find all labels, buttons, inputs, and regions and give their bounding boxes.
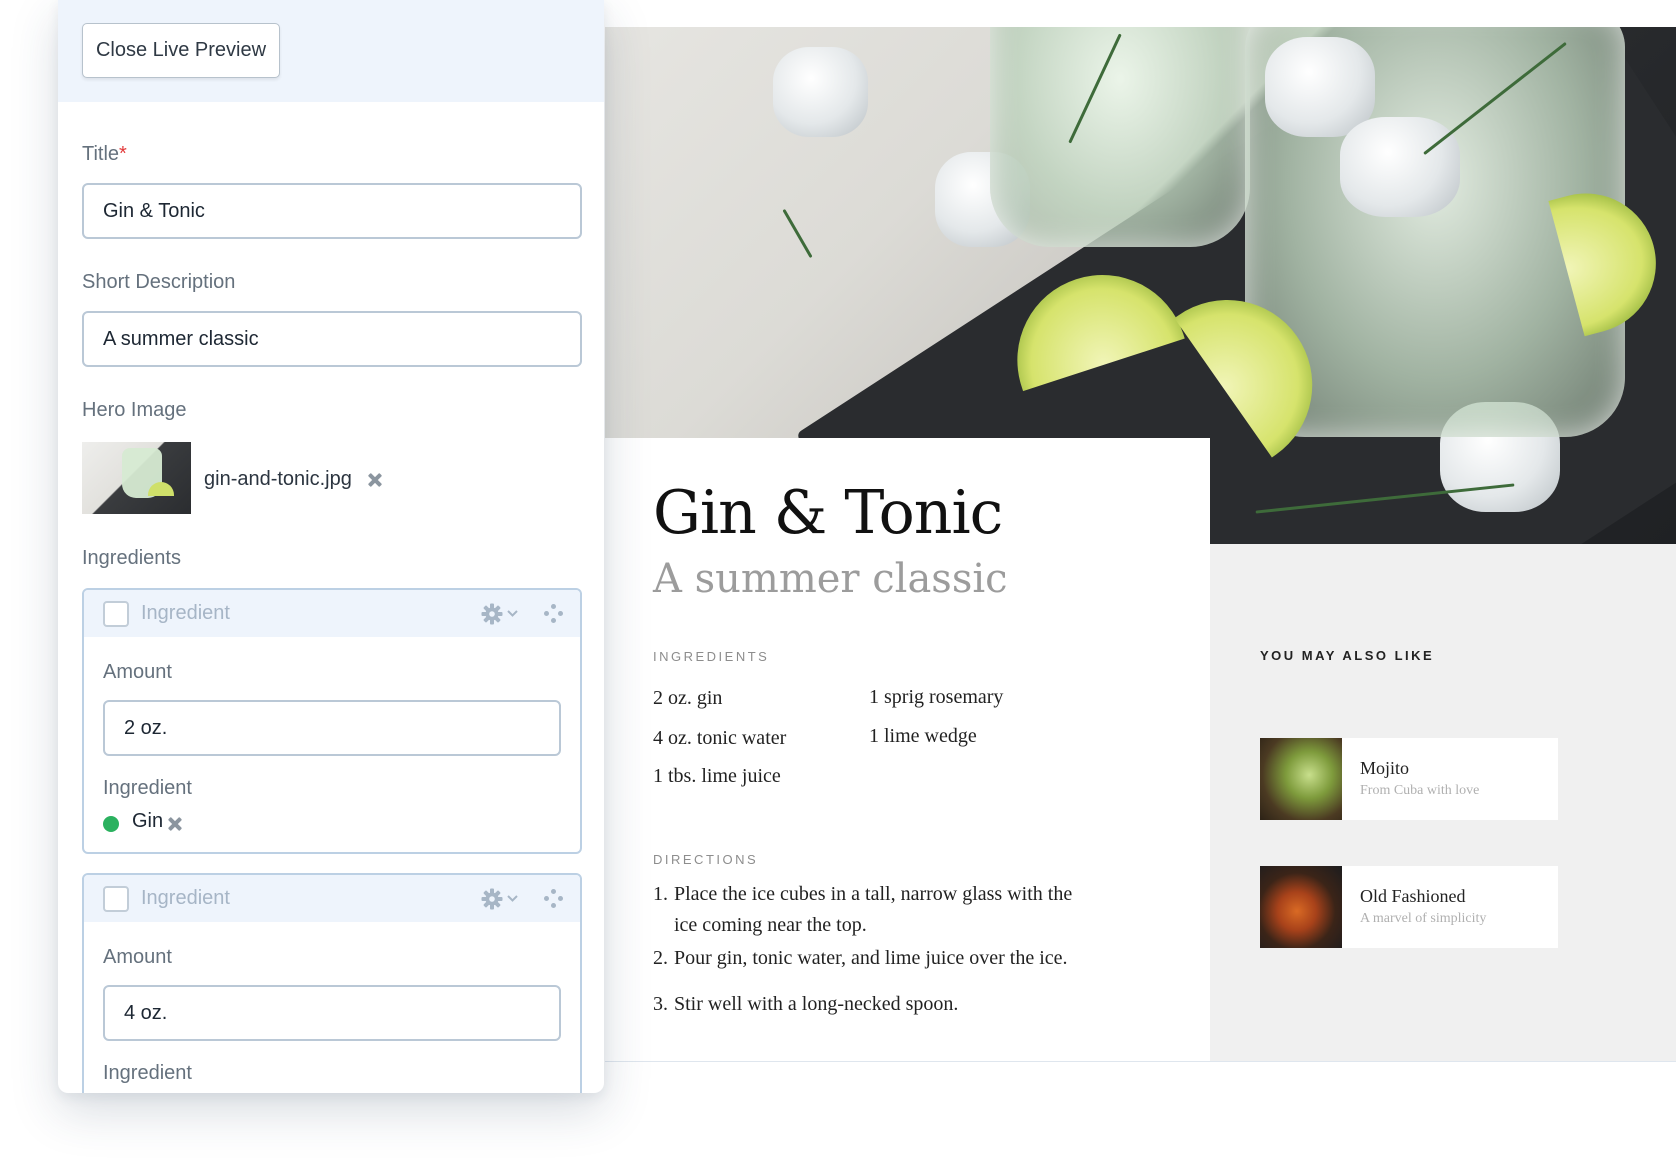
title-label: Title* <box>82 143 127 166</box>
required-mark: * <box>119 143 127 165</box>
related-sidebar: YOU MAY ALSO LIKE Mojito From Cuba with … <box>1210 544 1676 1061</box>
amount-label: Amount <box>103 946 172 968</box>
ingredient-label: Ingredient <box>103 1062 192 1084</box>
glass <box>990 27 1250 247</box>
drag-handle-icon[interactable] <box>544 889 564 909</box>
ingredient-item: 4 oz. tonic water <box>653 727 787 749</box>
related-card-mojito[interactable]: Mojito From Cuba with love <box>1260 738 1558 820</box>
hero-file-name[interactable]: gin-and-tonic.jpg <box>204 468 352 491</box>
direction-step: 3. Stir well with a long-necked spoon. <box>653 989 1083 1020</box>
direction-step: 2. Pour gin, tonic water, and lime juice… <box>653 943 1083 974</box>
direction-step: 1. Place the ice cubes in a tall, narrow… <box>653 879 1083 941</box>
gear-icon[interactable] <box>481 888 521 910</box>
amount-label: Amount <box>103 661 172 683</box>
remove-relation-icon[interactable] <box>166 815 184 833</box>
recipe-content: Gin & Tonic A summer classic INGREDIENTS… <box>605 438 1210 1061</box>
short-description-label: Short Description <box>82 271 236 293</box>
ingredient-item: 1 tbs. lime juice <box>653 765 781 787</box>
title-label-text: Title <box>82 143 120 165</box>
ingredients-label: Ingredients <box>82 547 181 569</box>
ingredient-relation[interactable]: Gin <box>132 810 163 833</box>
related-name: Mojito <box>1360 758 1410 778</box>
editor-header: Close Live Preview <box>58 0 604 102</box>
also-like-heading: YOU MAY ALSO LIKE <box>1260 648 1435 663</box>
short-description-input[interactable] <box>82 311 582 367</box>
live-preview: Gin & Tonic A summer classic INGREDIENTS… <box>605 27 1676 1062</box>
step-number: 2. <box>653 947 668 969</box>
recipe-subtitle: A summer classic <box>653 556 1008 602</box>
related-desc: A marvel of simplicity <box>1360 911 1487 926</box>
ice-cube <box>773 47 868 137</box>
related-thumbnail <box>1260 738 1342 820</box>
remove-image-icon[interactable] <box>366 471 384 489</box>
related-card-old-fashioned[interactable]: Old Fashioned A marvel of simplicity <box>1260 866 1558 948</box>
rosemary <box>782 208 813 259</box>
drag-handle-icon[interactable] <box>544 604 564 624</box>
ingredient-block: Ingredient Amount Ingredient Gin <box>82 588 582 854</box>
ingredient-item: 1 sprig rosemary <box>869 686 1004 708</box>
status-dot-icon <box>103 816 119 832</box>
ice-cube <box>1340 117 1460 217</box>
close-live-preview-button[interactable]: Close Live Preview <box>82 23 280 78</box>
gear-icon[interactable] <box>481 603 521 625</box>
thumb-lime <box>148 482 174 496</box>
ice-cube <box>1265 37 1375 137</box>
amount-input[interactable] <box>103 700 561 756</box>
related-thumbnail <box>1260 866 1342 948</box>
title-input[interactable] <box>82 183 582 239</box>
ingredient-item: 1 lime wedge <box>869 725 977 747</box>
ingredient-block: Ingredient Amount Ingredient <box>82 873 582 1093</box>
amount-input[interactable] <box>103 985 561 1041</box>
hero-image-label: Hero Image <box>82 399 187 421</box>
step-text: Place the ice cubes in a tall, narrow gl… <box>674 883 1073 936</box>
block-title: Ingredient <box>141 887 230 909</box>
step-number: 3. <box>653 993 668 1015</box>
hero-image-thumbnail[interactable] <box>82 442 191 514</box>
block-select-checkbox[interactable] <box>103 601 129 627</box>
recipe-title: Gin & Tonic <box>653 478 1003 548</box>
related-desc: From Cuba with love <box>1360 783 1480 798</box>
step-text: Stir well with a long-necked spoon. <box>674 993 959 1015</box>
block-header: Ingredient <box>84 875 580 922</box>
directions-heading: DIRECTIONS <box>653 852 759 867</box>
block-title: Ingredient <box>141 602 230 624</box>
editor-panel: Close Live Preview Title* Short Descript… <box>58 0 604 1093</box>
step-text: Pour gin, tonic water, and lime juice ov… <box>674 947 1068 969</box>
ingredient-item: 2 oz. gin <box>653 687 723 709</box>
block-header: Ingredient <box>84 590 580 637</box>
step-number: 1. <box>653 883 668 905</box>
ingredient-label: Ingredient <box>103 777 192 799</box>
block-select-checkbox[interactable] <box>103 886 129 912</box>
ingredients-heading: INGREDIENTS <box>653 649 770 664</box>
related-name: Old Fashioned <box>1360 886 1466 906</box>
